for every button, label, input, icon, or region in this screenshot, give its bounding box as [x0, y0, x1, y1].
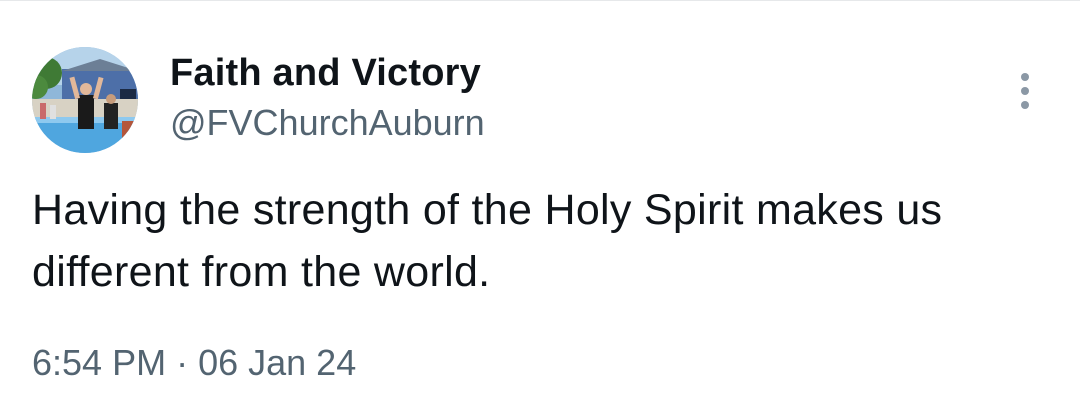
user-handle[interactable]: @FVChurchAuburn: [170, 102, 485, 144]
more-vertical-icon: [1021, 73, 1029, 81]
tweet-text: Having the strength of the Holy Spirit m…: [32, 186, 943, 296]
more-vertical-icon-dot: [1021, 87, 1029, 95]
meta-separator: ·: [176, 342, 189, 383]
tweet-time: 6:54 PM: [32, 342, 167, 383]
more-vertical-icon-dot: [1021, 101, 1029, 109]
tweet-timestamp[interactable]: 6:54 PM · 06 Jan 24: [32, 341, 356, 385]
profile-photo-icon: [32, 47, 138, 153]
tweet-date: 06 Jan 24: [198, 342, 357, 383]
tweet-card: Faith and Victory @FVChurchAuburn Having…: [0, 0, 1080, 420]
avatar[interactable]: [32, 47, 138, 153]
display-name[interactable]: Faith and Victory: [170, 51, 481, 95]
more-options-button[interactable]: [1010, 69, 1040, 113]
